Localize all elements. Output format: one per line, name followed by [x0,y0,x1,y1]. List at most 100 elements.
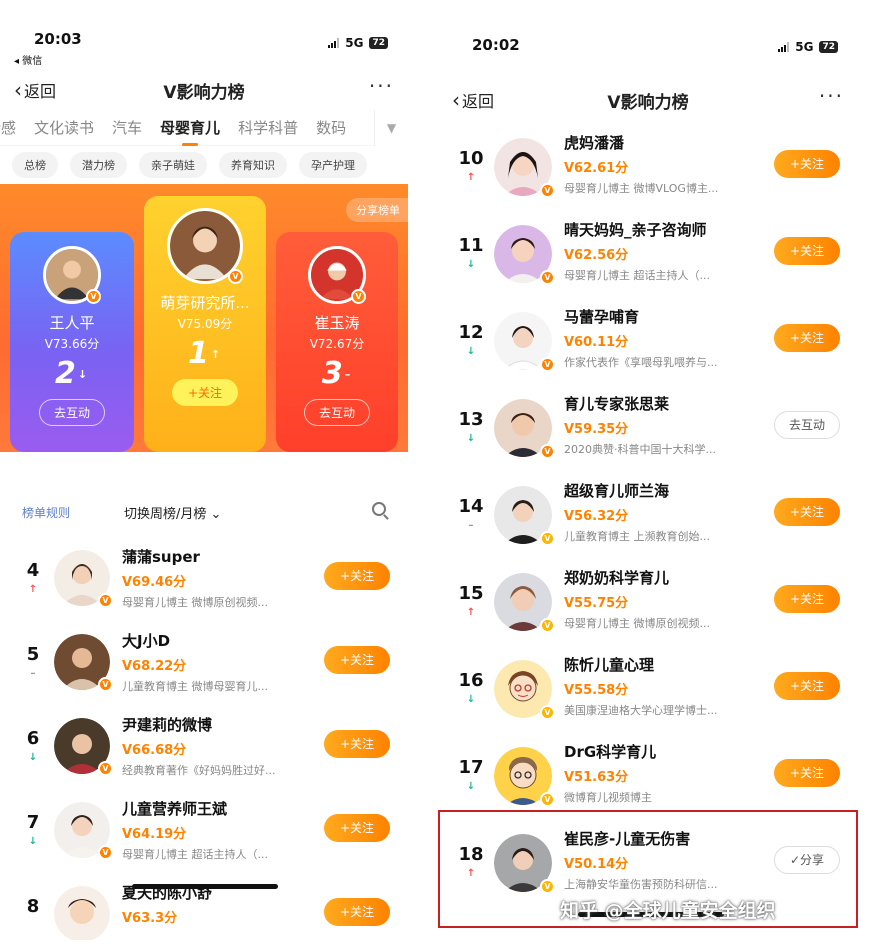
avatar[interactable]: V [494,486,555,546]
switch-period-dropdown[interactable]: 切换周榜/月榜 ⌄ [124,503,221,522]
follow-button[interactable]: +关注 [324,562,390,590]
item-score: V59.35分 [564,422,629,437]
list-item[interactable]: 7 ↓ V 儿童营养师王斌 V64.19分 母婴育儿博主 超话主持人（... +… [0,786,408,870]
podium-card-3[interactable]: V 崔玉涛 V72.67分 3– 去互动 [276,232,398,452]
interact-button[interactable]: 去互动 [38,399,105,426]
follow-button[interactable]: +关注 [774,759,840,787]
verified-badge-icon: V [540,183,555,198]
tab-emotion[interactable]: 情感 [0,117,16,138]
ranking-list: 10 ↑ V 虎妈潘潘 V62.61分 母婴育儿博主 微博VLOG博主... +… [438,122,858,905]
list-item[interactable]: 11 ↓ V 晴天妈妈_亲子咨询师 V62.56分 母婴育儿博主 超话主持人（.… [438,209,858,296]
tab-science[interactable]: 科学科普 [238,117,298,138]
follow-button[interactable]: +关注 [324,814,390,842]
list-item[interactable]: 4 ↑ V 蒲蒲super V69.46分 母婴育儿博主 微博原创视频... +… [0,534,408,618]
follow-button[interactable]: +关注 [324,730,390,758]
avatar[interactable]: V [494,573,555,633]
avatar[interactable]: V [54,634,113,692]
list-item[interactable]: 8 夏天的陈小舒 V63.3分 +关注 [0,870,408,940]
item-score: V62.61分 [564,161,629,176]
follow-button[interactable]: +关注 [324,646,390,674]
follow-button[interactable]: +关注 [774,150,840,178]
item-info: 虎妈潘潘 V62.61分 母婴育儿博主 微博VLOG博主... [564,132,768,196]
list-item[interactable]: 16 ↓ V 陈忻儿童心理 V55.58分 美国康涅迪格大学心理学博士... +… [438,644,858,731]
item-score: V51.63分 [564,770,629,785]
rank-number: 4 [26,560,40,581]
avatar[interactable]: V [494,225,555,285]
podium-card-2[interactable]: V 王人平 V73.66分 2↓ 去互动 [10,232,134,452]
verified-badge-icon: V [228,269,243,284]
share-list-button[interactable]: 分享榜单 [346,198,408,222]
avatar[interactable]: V [54,550,113,608]
list-item[interactable]: 10 ↑ V 虎妈潘潘 V62.61分 母婴育儿博主 微博VLOG博主... +… [438,122,858,209]
tab-cars[interactable]: 汽车 [112,117,142,138]
more-icon[interactable]: ··· [819,84,844,108]
list-item[interactable]: 13 ↓ V 育儿专家张思莱 V59.35分 2020典赞·科普中国十大科学..… [438,383,858,470]
item-desc: 儿童教育博主 上濒教育创始... [564,530,710,543]
rule-bar: 榜单规则 切换周榜/月榜 ⌄ [0,484,408,540]
interact-button[interactable]: 去互动 [303,399,370,426]
item-score: V64.19分 [122,827,187,842]
subtag-potential[interactable]: 潜力榜 [70,152,127,178]
avatar[interactable]: V [494,138,555,198]
avatar[interactable] [54,886,110,940]
tab-parenting[interactable]: 母婴育儿 [160,117,220,146]
tab-digital[interactable]: 数码 [316,117,346,138]
avatar[interactable]: V [494,747,555,807]
search-icon[interactable] [372,502,386,516]
trend-down-icon: ↓ [466,694,476,705]
follow-button[interactable]: +关注 [774,585,840,613]
subtag-upbringing[interactable]: 养育知识 [219,152,287,178]
avatar[interactable]: V [54,718,113,776]
rule-link[interactable]: 榜单规则 [22,504,70,521]
list-item[interactable]: 6 ↓ V 尹建莉的微博 V66.68分 经典教育著作《好妈妈胜过好... +关… [0,702,408,786]
follow-button[interactable]: +关注 [774,498,840,526]
avatar[interactable]: V [494,660,555,720]
follow-button[interactable]: +关注 [324,898,390,926]
item-desc: 上海静安华童伤害预防科研信... [564,878,718,891]
interact-button[interactable]: 去互动 [774,411,840,439]
share-button[interactable]: ✓分享 [774,846,840,874]
item-name: 育儿专家张思莱 [564,395,670,413]
podium-score: V72.67分 [309,337,365,351]
item-info: 蒲蒲super V69.46分 母婴育儿博主 微博原创视频... [122,546,318,610]
avatar[interactable]: V [308,246,366,304]
subtag-pregnancy[interactable]: 孕产护理 [299,152,367,178]
avatar[interactable]: V [54,802,113,860]
tab-culture-reading[interactable]: 文化读书 [34,117,94,138]
avatar[interactable]: V [43,246,101,304]
avatar[interactable]: V [167,208,243,284]
chevron-down-icon[interactable]: ▼ [374,110,408,146]
item-name: 超级育儿师兰海 [564,482,670,500]
avatar[interactable]: V [494,399,555,459]
list-item[interactable]: 17 ↓ V DrG科学育儿 V51.63分 微博育儿视频博主 +关注 [438,731,858,818]
item-desc: 经典教育著作《好妈妈胜过好... [122,764,276,777]
list-item[interactable]: 18 ↑ V 崔民彦-儿童无伤害 V50.14分 上海静安华童伤害预防科研信..… [438,818,858,905]
podium-rank: 3– [321,356,353,391]
verified-badge-icon: V [540,444,555,459]
back-to-app-link[interactable]: ◂ 微信 [14,52,42,67]
follow-button[interactable]: +关注 [774,237,840,265]
podium: 分享榜单 V 王人平 V73.66分 2↓ 去互动 V 萌芽研究所... V75… [0,184,408,452]
subtag-overall[interactable]: 总榜 [12,152,58,178]
list-item[interactable]: 14 – V 超级育儿师兰海 V56.32分 儿童教育博主 上濒教育创始... … [438,470,858,557]
list-item[interactable]: 12 ↓ V 马蕾孕哺育 V60.11分 作家代表作《享喂母乳喂养与... +关… [438,296,858,383]
podium-card-1[interactable]: V 萌芽研究所... V75.09分 1↑ +关注 [144,196,266,452]
item-score: V55.58分 [564,683,629,698]
follow-button[interactable]: +关注 [774,324,840,352]
more-icon[interactable]: ··· [369,74,394,98]
follow-button[interactable]: +关注 [171,379,239,406]
item-info: 超级育儿师兰海 V56.32分 儿童教育博主 上濒教育创始... [564,480,768,544]
verified-badge-icon: V [98,593,113,608]
battery-icon: 72 [819,41,838,53]
rank-number: 13 [458,409,484,430]
subtag-parent-child[interactable]: 亲子萌娃 [139,152,207,178]
avatar[interactable]: V [494,834,555,894]
trend-up-icon: ↑ [466,868,476,879]
nav-bar: ‹ 返回 V影响力榜 ··· [0,70,408,110]
follow-button[interactable]: +关注 [774,672,840,700]
list-item[interactable]: 15 ↑ V 郑奶奶科学育儿 V55.75分 母婴育儿博主 微博原创视频... … [438,557,858,644]
list-item[interactable]: 5 – V 大J小D V68.22分 儿童教育博主 微博母婴育儿... +关注 [0,618,408,702]
avatar[interactable]: V [494,312,555,372]
status-bar: 20:02 5G 72 [438,22,858,70]
rank-number: 16 [458,670,484,691]
